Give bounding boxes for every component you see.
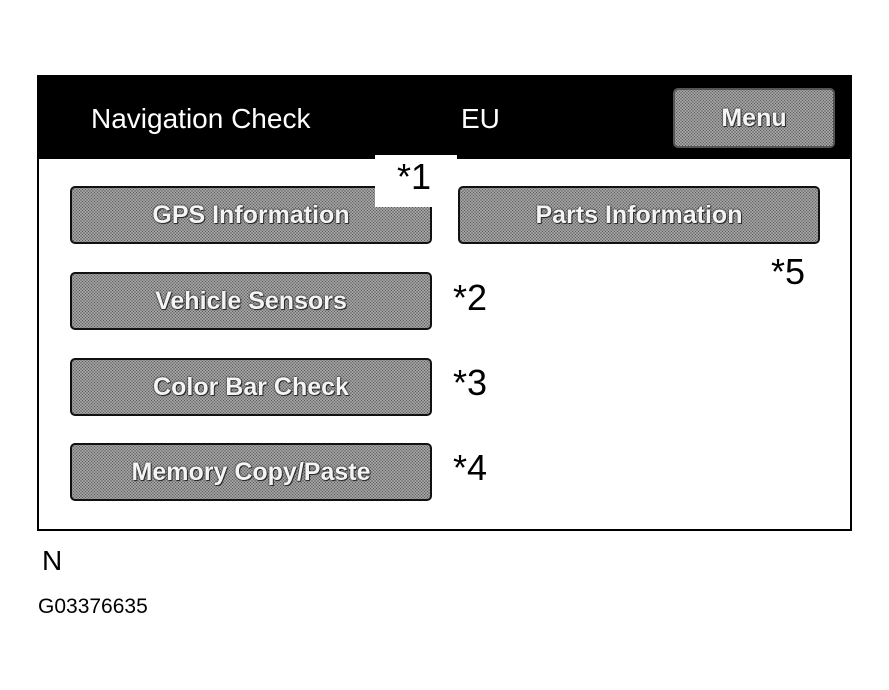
header-bar: Navigation Check EU Menu <box>39 77 850 159</box>
region-label: EU <box>461 103 500 134</box>
figure-label: N <box>42 545 63 576</box>
parts-information-button[interactable]: Parts Information <box>458 186 820 244</box>
navigation-check-screen: Navigation Check EU Menu GPS Information… <box>37 75 852 531</box>
callout-marker-5: *5 <box>771 251 806 292</box>
callout-marker-4: *4 <box>453 447 488 488</box>
memory-copy-paste-button[interactable]: Memory Copy/Paste <box>70 443 432 501</box>
vehicle-sensors-button[interactable]: Vehicle Sensors <box>70 272 432 330</box>
figure-code: G03376635 <box>38 595 148 618</box>
menu-button[interactable]: Menu <box>673 88 835 148</box>
callout-marker-3: *3 <box>453 362 488 403</box>
callout-marker-1: *1 <box>397 156 432 197</box>
color-bar-check-button[interactable]: Color Bar Check <box>70 358 432 416</box>
callout-marker-2: *2 <box>453 277 488 318</box>
screen-title: Navigation Check <box>91 103 311 134</box>
